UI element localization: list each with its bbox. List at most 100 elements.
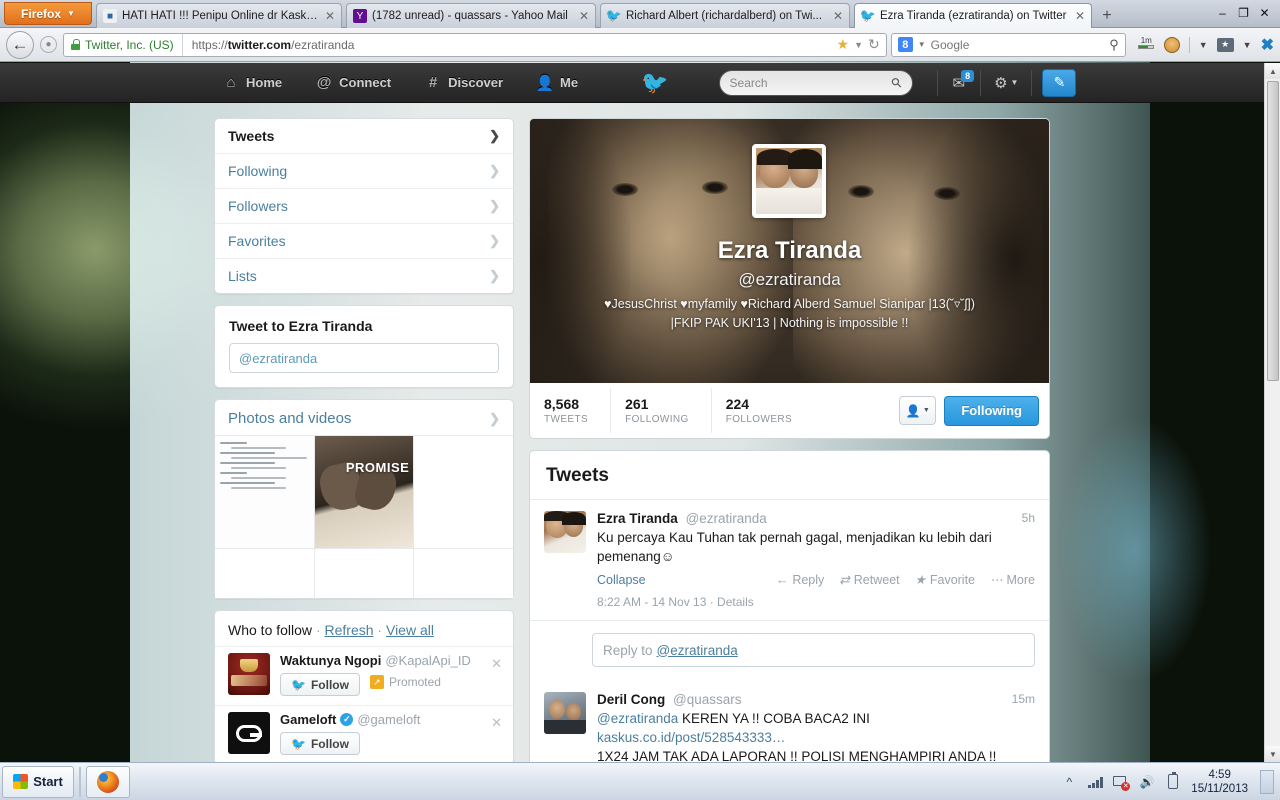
settings-button[interactable]: ⚙ ▼ — [981, 74, 1031, 92]
more-action[interactable]: ⋯ More — [990, 572, 1035, 588]
view-all-link[interactable]: View all — [386, 622, 434, 638]
messages-button[interactable]: ✉ 8 — [938, 69, 981, 92]
stat-followers[interactable]: 224 FOLLOWERS — [712, 388, 814, 433]
chevron-down-icon[interactable]: ▼ — [1199, 40, 1208, 50]
gameloft-avatar[interactable] — [228, 712, 270, 754]
suggestion-handle[interactable]: @KapalApi_ID — [385, 653, 470, 668]
network-error-icon[interactable]: ✕ — [1113, 775, 1131, 791]
avatar[interactable] — [544, 692, 586, 734]
chevron-down-icon[interactable]: ▼ — [1243, 40, 1252, 50]
dismiss-icon[interactable]: ✕ — [491, 715, 502, 731]
follow-button[interactable]: 🐦 Follow — [280, 732, 360, 755]
firefox-menu-button[interactable]: Firefox ▼ — [4, 2, 92, 25]
tweet-author-name[interactable]: Deril Cong — [597, 692, 665, 707]
search-bar[interactable]: 8 ▼ Google ⚲ — [890, 32, 1126, 57]
x-extension-icon[interactable]: ✖ — [1261, 35, 1274, 55]
close-icon[interactable]: ✕ — [1075, 9, 1085, 23]
twitter-search-input[interactable]: Search ⚲ — [718, 69, 913, 96]
back-button[interactable]: ← — [6, 30, 34, 59]
avatar[interactable] — [544, 511, 586, 553]
stat-following[interactable]: 261 FOLLOWING — [611, 388, 712, 433]
greasemonkey-icon[interactable] — [1163, 36, 1180, 53]
search-icon[interactable]: ⚲ — [888, 73, 906, 91]
compose-tweet-button[interactable]: ✎ — [1042, 68, 1077, 97]
scroll-up-icon[interactable]: ▲ — [1265, 63, 1280, 79]
site-identity-box[interactable]: Twitter, Inc. (US) — [64, 33, 183, 56]
close-icon[interactable]: ✕ — [579, 9, 589, 23]
avatar[interactable] — [752, 144, 826, 218]
start-button[interactable]: Start — [2, 765, 74, 798]
follow-button[interactable]: 🐦 Follow — [280, 673, 360, 696]
suggestion-name[interactable]: Waktunya Ngopi — [280, 653, 381, 668]
reply-input[interactable]: Reply to @ezratiranda — [592, 633, 1035, 667]
photos-and-videos-card[interactable]: Photos and videos ❯ PROMISE — [214, 399, 514, 599]
nav-item-me[interactable]: 👤 Me — [520, 63, 595, 103]
photo-thumbnail[interactable]: PROMISE — [314, 436, 414, 548]
dismiss-icon[interactable]: ✕ — [491, 656, 502, 672]
url-bar[interactable]: Twitter, Inc. (US) https://twitter.com/e… — [63, 32, 887, 57]
taskbar-item-firefox[interactable] — [86, 765, 130, 798]
restore-button[interactable]: ❐ — [1234, 4, 1253, 22]
sidebar-item-tweets[interactable]: Tweets ❯ — [215, 119, 513, 154]
nav-item-connect[interactable]: @ Connect — [299, 63, 408, 103]
bookmarks-icon[interactable]: ★ — [1216, 37, 1234, 52]
tweet-to-input[interactable]: @ezratiranda — [229, 343, 499, 373]
close-icon[interactable]: ✕ — [833, 9, 843, 23]
chevron-down-icon[interactable]: ▼ — [854, 40, 863, 50]
chevron-down-icon[interactable]: ▼ — [918, 40, 926, 49]
close-window-button[interactable]: ✕ — [1255, 4, 1274, 22]
network-signal-icon[interactable] — [1087, 774, 1103, 790]
photo-thumbnail[interactable] — [414, 548, 513, 598]
sidebar-item-favorites[interactable]: Favorites ❯ — [215, 224, 513, 259]
photo-thumbnail[interactable] — [215, 548, 314, 598]
twitter-bird-icon[interactable]: 🐦 — [641, 70, 668, 96]
reload-icon[interactable]: ↻ — [868, 36, 880, 53]
battery-icon[interactable] — [1165, 772, 1181, 790]
tweet-meta[interactable]: 8:22 AM - 14 Nov 13 · Details — [597, 587, 1035, 611]
stat-tweets[interactable]: 8,568 TWEETS — [530, 388, 612, 433]
photo-thumbnail[interactable] — [215, 436, 314, 548]
photo-thumbnail[interactable] — [314, 548, 414, 598]
suggestion-name[interactable]: Gameloft — [280, 712, 336, 727]
tweet-author-handle[interactable]: @ezratiranda — [686, 511, 767, 526]
volume-icon[interactable]: 🔊 — [1139, 774, 1155, 790]
bookmark-star-icon[interactable]: ★ — [837, 36, 850, 53]
suggestion-handle[interactable]: @gameloft — [357, 712, 420, 727]
new-tab-button[interactable]: + — [1096, 6, 1118, 26]
scrollbar-thumb[interactable] — [1267, 81, 1279, 381]
browser-tab-2[interactable]: Y (1782 unread) - quassars - Yahoo Mail … — [346, 3, 596, 28]
sidebar-item-following[interactable]: Following ❯ — [215, 154, 513, 189]
refresh-link[interactable]: Refresh — [325, 622, 374, 638]
show-hidden-icons-icon[interactable]: ^ — [1061, 774, 1077, 790]
minimize-button[interactable]: – — [1213, 4, 1232, 22]
chevron-right-icon[interactable]: ❯ — [489, 411, 500, 427]
tweet-author-handle[interactable]: @quassars — [673, 692, 741, 707]
show-desktop-button[interactable] — [1260, 769, 1274, 794]
sidebar-item-lists[interactable]: Lists ❯ — [215, 259, 513, 293]
close-icon[interactable]: ✕ — [325, 9, 335, 23]
nav-item-discover[interactable]: # Discover — [408, 63, 520, 103]
nav-item-home[interactable]: ⌂ Home — [206, 63, 299, 103]
user-actions-button[interactable]: 👤 ▼ — [899, 396, 937, 425]
page-scrollbar[interactable]: ▲ ▼ — [1264, 63, 1280, 762]
reply-handle[interactable]: @ezratiranda — [657, 643, 738, 658]
search-icon[interactable]: ⚲ — [1109, 37, 1119, 53]
taskbar-clock[interactable]: 4:59 15/11/2013 — [1191, 768, 1248, 796]
scroll-down-icon[interactable]: ▼ — [1265, 746, 1280, 762]
browser-tab-4[interactable]: 🐦 Ezra Tiranda (ezratiranda) on Twitter … — [854, 3, 1092, 28]
favorite-action[interactable]: ★ Favorite — [915, 572, 975, 588]
reply-action[interactable]: ← Reply — [776, 572, 824, 587]
tweet-mention[interactable]: @ezratiranda — [597, 711, 678, 726]
tweet-author-name[interactable]: Ezra Tiranda — [597, 511, 678, 526]
site-identity-icon[interactable]: ● — [40, 36, 57, 53]
tweet-link[interactable]: kaskus.co.id/post/528543333… — [597, 730, 785, 745]
retweet-action[interactable]: ⇄ Retweet — [839, 572, 899, 588]
browser-tab-1[interactable]: ■ HATI HATI !!! Penipu Online dr Kasku..… — [96, 3, 342, 28]
speed-meter-icon[interactable]: 1m — [1138, 37, 1155, 52]
collapse-link[interactable]: Collapse — [597, 573, 646, 587]
photo-thumbnail[interactable] — [414, 436, 513, 548]
kapalapi-avatar[interactable] — [228, 653, 270, 695]
sidebar-item-followers[interactable]: Followers ❯ — [215, 189, 513, 224]
following-button[interactable]: Following — [944, 395, 1039, 426]
browser-tab-3[interactable]: 🐦 Richard Albert (richardalberd) on Twi.… — [600, 3, 850, 28]
